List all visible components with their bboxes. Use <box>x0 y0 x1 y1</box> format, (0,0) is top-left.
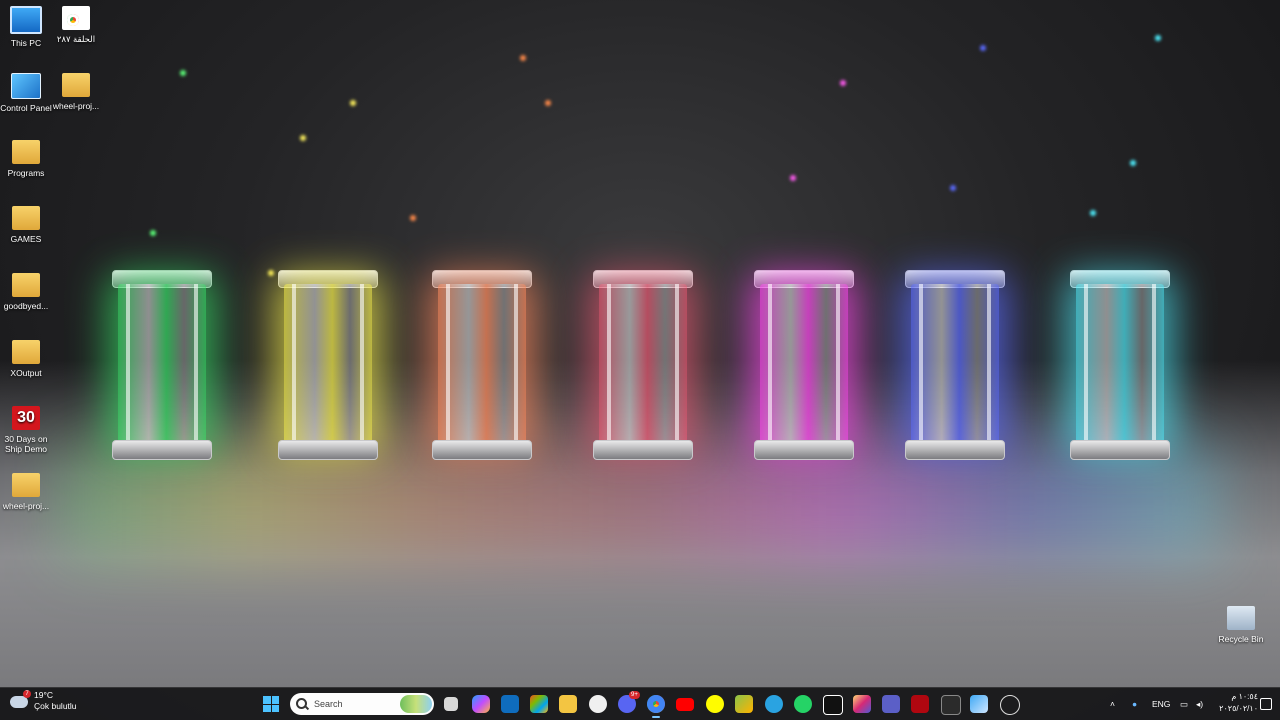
instagram-icon[interactable] <box>853 695 871 713</box>
teams-icon[interactable] <box>882 695 900 713</box>
terminal-icon[interactable] <box>941 695 961 715</box>
desktop-icon-xoutput[interactable]: XOutput <box>0 334 52 378</box>
clock-date: ٢٠٢٥/٠٢/١٠ <box>1219 704 1258 713</box>
netflix-icon[interactable] <box>911 695 929 713</box>
discord-badge: 9+ <box>629 691 640 699</box>
desktop-icon-this-pc[interactable]: This PC <box>0 0 52 48</box>
whatsapp-icon[interactable] <box>794 695 812 713</box>
canister-yellow <box>278 270 378 460</box>
capcut-icon[interactable] <box>823 695 843 715</box>
folder-icon <box>12 140 40 164</box>
obs-icon[interactable] <box>589 695 607 713</box>
weather-badge: 7 <box>23 690 31 698</box>
desktop-icon-label: wheel-proj... <box>2 501 50 511</box>
desktop-icon-label: الحلقة ٢٨٧ <box>56 34 96 44</box>
desktop-icon-chrome-file[interactable]: الحلقة ٢٨٧ <box>50 0 102 44</box>
recycle-bin-icon <box>1227 606 1255 630</box>
search-icon <box>296 698 307 709</box>
desktop-icon-label: Control Panel <box>0 103 52 113</box>
xbox-icon[interactable] <box>735 695 753 713</box>
folder-icon <box>12 206 40 230</box>
network-icon[interactable]: ▭ <box>1180 688 1188 720</box>
desktop-icon-label: Programs <box>7 168 45 178</box>
microphone-icon[interactable]: ● <box>1132 688 1137 720</box>
canister-blue <box>905 270 1005 460</box>
canister-cyan <box>1070 270 1170 460</box>
windows-logo-icon <box>263 696 271 704</box>
monitor-icon <box>10 6 42 34</box>
volume-icon[interactable]: ◂) <box>1196 688 1203 720</box>
desktop-icon-games[interactable]: GAMES <box>0 200 52 244</box>
control-icon[interactable] <box>970 695 988 713</box>
canister-orange <box>432 270 532 460</box>
canister-green <box>112 270 212 460</box>
desktop-icon-recycle-bin[interactable]: Recycle Bin <box>1215 600 1267 644</box>
canister-magenta <box>754 270 854 460</box>
desktop-icon-label: goodbyed... <box>3 301 49 311</box>
desktop-icon-label: wheel-proj... <box>52 101 100 111</box>
desktop-icon-label: This PC <box>10 38 42 48</box>
game-30-icon: 30 <box>12 406 40 430</box>
search-box[interactable]: Search <box>290 693 434 715</box>
taskbar: 7 19°C Çok bulutlu Search 9+ ˄ ● ENG ▭ ◂… <box>0 687 1280 720</box>
outlook-icon[interactable] <box>501 695 519 713</box>
start-button[interactable] <box>263 696 279 712</box>
task-view-icon[interactable] <box>444 697 458 711</box>
desktop-icon-label: Recycle Bin <box>1218 634 1264 644</box>
youtube-icon[interactable] <box>676 698 694 711</box>
folder-icon <box>12 273 40 297</box>
weather-widget[interactable]: 7 19°C Çok bulutlu <box>10 690 77 712</box>
desktop-icon-label: XOutput <box>10 368 42 378</box>
chrome-file-icon <box>62 6 90 30</box>
telegram-icon[interactable] <box>765 695 783 713</box>
file-explorer-icon[interactable] <box>559 695 577 713</box>
tray-overflow-chevron-icon[interactable]: ˄ <box>1110 688 1115 720</box>
clock[interactable]: ١٠:٥٤ م ٢٠٢٥/٠٢/١٠ <box>1219 691 1258 715</box>
copilot-icon[interactable] <box>472 695 490 713</box>
desktop-icon-label: GAMES <box>10 234 42 244</box>
search-placeholder: Search <box>314 699 343 709</box>
chrome-icon[interactable] <box>647 695 665 718</box>
folder-icon <box>12 340 40 364</box>
folder-icon <box>62 73 90 97</box>
desktop-icon-wheel-proj-2[interactable]: wheel-proj... <box>0 467 52 511</box>
weather-condition: Çok bulutlu <box>34 701 77 711</box>
store-icon[interactable] <box>530 695 548 713</box>
desktop-icon-label: 30 Days on Ship Demo <box>4 434 48 454</box>
language-indicator[interactable]: ENG <box>1152 688 1170 720</box>
desktop-icon-wheel-proj[interactable]: wheel-proj... <box>50 67 102 111</box>
desktop-icon-control-panel[interactable]: Control Panel <box>0 67 52 113</box>
search-highlight-icon <box>400 695 432 713</box>
notification-icon[interactable] <box>1260 698 1272 710</box>
clock-app-icon[interactable] <box>1000 695 1020 715</box>
desktop-icon-goodbyed[interactable]: goodbyed... <box>0 267 52 311</box>
canister-red <box>593 270 693 460</box>
control-panel-icon <box>11 73 41 99</box>
desktop-icon-programs[interactable]: Programs <box>0 134 52 178</box>
weather-temp: 19°C <box>34 690 53 700</box>
desktop-icon-30-days[interactable]: 30 30 Days on Ship Demo <box>0 400 52 454</box>
folder-icon <box>12 473 40 497</box>
clock-time: ١٠:٥٤ م <box>1231 692 1258 701</box>
snapchat-icon[interactable] <box>706 695 724 713</box>
